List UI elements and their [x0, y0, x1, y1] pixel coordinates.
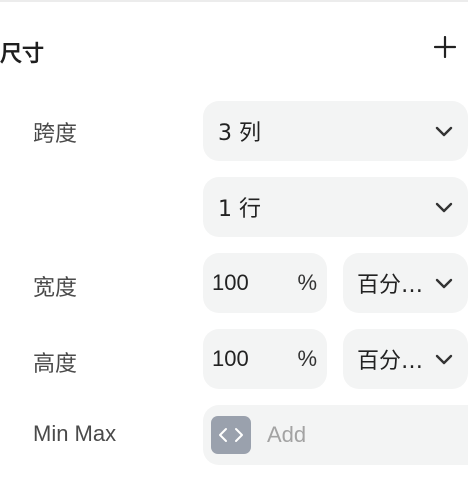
span-label: 跨度: [33, 122, 78, 147]
top-divider: [0, 0, 468, 2]
height-mode-value: 百分…: [357, 349, 424, 374]
chevron-down-icon: [434, 353, 454, 365]
minmax-placeholder: Add: [267, 422, 307, 447]
minmax-label: Min Max: [33, 421, 117, 446]
width-value: 100: [212, 270, 249, 295]
chevron-down-icon: [434, 277, 454, 289]
span-rows-value: 1 行: [218, 197, 261, 222]
add-size-button[interactable]: [428, 30, 462, 64]
chevron-down-icon: [434, 125, 454, 137]
height-input[interactable]: 100 %: [203, 329, 327, 389]
span-columns-select[interactable]: 3 列: [203, 101, 468, 161]
height-unit: %: [297, 346, 317, 371]
code-icon[interactable]: [211, 416, 251, 454]
height-mode-select[interactable]: 百分…: [343, 329, 468, 389]
height-label: 高度: [33, 352, 78, 377]
span-rows-select[interactable]: 1 行: [203, 177, 468, 237]
section-title: 尺寸: [0, 42, 45, 67]
width-mode-select[interactable]: 百分…: [343, 253, 468, 313]
width-unit: %: [297, 270, 317, 295]
width-input[interactable]: 100 %: [203, 253, 327, 313]
span-columns-value: 3 列: [218, 121, 261, 146]
plus-icon: [434, 36, 456, 58]
height-value: 100: [212, 346, 249, 371]
width-label: 宽度: [33, 276, 78, 301]
chevron-down-icon: [434, 201, 454, 213]
width-mode-value: 百分…: [357, 273, 424, 298]
minmax-input[interactable]: Add: [203, 405, 468, 465]
